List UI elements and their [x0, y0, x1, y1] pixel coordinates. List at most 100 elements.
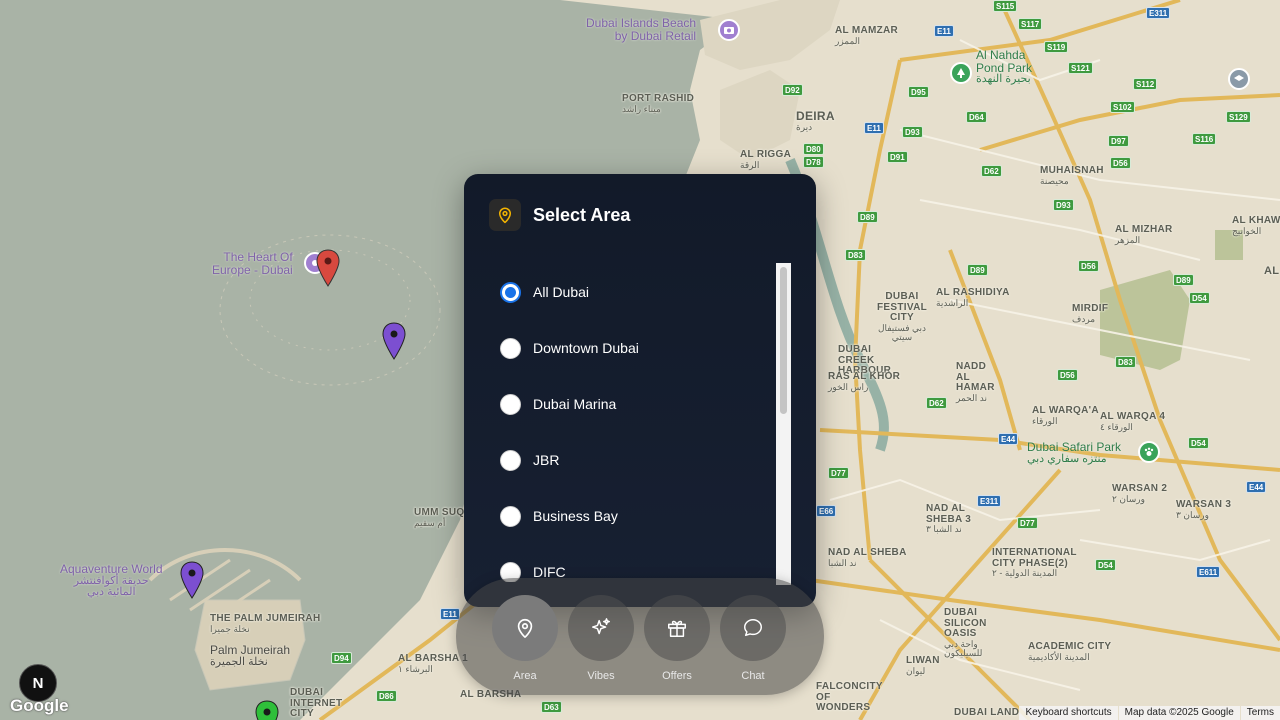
- poi-label[interactable]: The Heart Of Europe - Dubai: [212, 251, 293, 276]
- area-option-label: All Dubai: [533, 284, 590, 300]
- radio-button[interactable]: [500, 281, 521, 303]
- google-logo: Google: [10, 696, 69, 715]
- road-shield: D63: [541, 701, 562, 713]
- road-shield: S115: [993, 0, 1018, 12]
- map-marker-icon[interactable]: [316, 249, 340, 287]
- chat-bubble-icon: [720, 595, 786, 661]
- scrollbar-thumb[interactable]: [780, 267, 787, 414]
- place-label: UMM SUQ أم سقيم: [414, 507, 465, 528]
- school-icon[interactable]: [1228, 68, 1250, 90]
- area-option-downtown-dubai[interactable]: Downtown Dubai: [489, 320, 774, 376]
- camera-icon[interactable]: [718, 19, 740, 41]
- nav-offers-button[interactable]: Offers: [644, 595, 710, 685]
- area-option-dubai-marina[interactable]: Dubai Marina: [489, 376, 774, 432]
- radio-button[interactable]: [500, 449, 521, 471]
- place-label: DUBAI FESTIVAL CITY دبي فستيفال سيتي: [877, 291, 927, 342]
- road-shield: D64: [966, 111, 987, 123]
- map-marker-icon[interactable]: [180, 561, 204, 599]
- place-label: FALCONCITY OF WONDERS: [816, 681, 883, 713]
- road-shield: E311: [977, 495, 1002, 507]
- road-shield: S116: [1192, 133, 1217, 145]
- tree-icon[interactable]: [950, 62, 972, 84]
- road-shield: S129: [1226, 111, 1251, 123]
- road-shield: D78: [803, 156, 824, 168]
- place-label: MUHAISNAH محيصنة: [1040, 165, 1104, 186]
- road-shield: S119: [1044, 41, 1069, 53]
- bottom-nav: Area Vibes Offers Chat: [456, 578, 824, 695]
- road-shield: D91: [887, 151, 908, 163]
- sparkles-icon: [568, 595, 634, 661]
- nav-chat-button[interactable]: Chat: [720, 595, 786, 685]
- paw-icon[interactable]: [1138, 441, 1160, 463]
- road-shield: D86: [376, 690, 397, 702]
- area-option-label: Business Bay: [533, 508, 618, 524]
- place-label: WARSAN 3 ورسان ٣: [1176, 499, 1232, 520]
- road-shield: D83: [1115, 356, 1136, 368]
- radio-button[interactable]: [500, 505, 521, 527]
- road-shield: D54: [1095, 559, 1116, 571]
- place-label: DEIRA ديرة: [796, 109, 835, 132]
- poi-label: Palm Jumeirah نخلة الجميرة: [210, 643, 291, 668]
- road-shield: D83: [845, 249, 866, 261]
- radio-button[interactable]: [500, 393, 521, 415]
- area-list[interactable]: All Dubai Downtown Dubai Dubai Marina JB…: [489, 264, 774, 582]
- area-option-jbr[interactable]: JBR: [489, 432, 774, 488]
- area-option-difc[interactable]: DIFC: [489, 544, 774, 582]
- road-shield: D62: [981, 165, 1002, 177]
- road-shield: D77: [828, 467, 849, 479]
- map-marker-icon[interactable]: [382, 322, 406, 360]
- area-option-label: JBR: [533, 452, 560, 468]
- road-shield: D54: [1189, 292, 1210, 304]
- radio-button[interactable]: [500, 337, 521, 359]
- poi-label[interactable]: Al Nahda Pond Park بحيرة النهدة: [976, 49, 1032, 86]
- area-option-business-bay[interactable]: Business Bay: [489, 488, 774, 544]
- road-shield: S102: [1110, 101, 1135, 113]
- place-label: AL: [1264, 265, 1280, 277]
- area-option-label: Dubai Marina: [533, 396, 617, 412]
- road-shield: D89: [1173, 274, 1194, 286]
- area-option-label: Downtown Dubai: [533, 340, 639, 356]
- road-shield: D93: [902, 126, 923, 138]
- place-label: AL BARSHA 1 البرشاء ١: [398, 653, 468, 674]
- place-label: DUBAI SILICON OASIS واحة دبي للسيليكون: [944, 607, 987, 658]
- place-label: RAS AL KHOR راس الخور: [828, 371, 901, 392]
- place-label: THE PALM JUMEIRAH نخلة جميرا: [210, 613, 321, 634]
- area-list-scrollbar[interactable]: [776, 263, 791, 585]
- road-shield: D89: [967, 264, 988, 276]
- gift-icon: [644, 595, 710, 661]
- road-shield: D56: [1078, 260, 1099, 272]
- road-shield: E611: [1196, 566, 1221, 578]
- place-label: AL MAMZAR الممزر: [835, 25, 899, 46]
- area-option-all-dubai[interactable]: All Dubai: [489, 264, 774, 320]
- place-label: WARSAN 2 ورسان ٢: [1112, 483, 1168, 504]
- nav-label: Area: [513, 670, 537, 682]
- road-shield: D56: [1057, 369, 1078, 381]
- road-shield: S121: [1068, 62, 1093, 74]
- poi-label[interactable]: Dubai Islands Beach by Dubai Retail: [586, 17, 696, 42]
- place-label: AL MIZHAR المزهر: [1115, 224, 1173, 245]
- place-label: AL RASHIDIYA الراشدية: [936, 287, 1010, 308]
- place-label: NADD AL HAMAR ند الحمر: [956, 361, 995, 403]
- terms-link[interactable]: Terms: [1240, 706, 1280, 720]
- road-shield: E311: [1146, 7, 1171, 19]
- place-label: INTERNATIONAL CITY PHASE(2) المدينة الدول…: [992, 547, 1077, 578]
- nav-label: Vibes: [587, 670, 615, 682]
- road-shield: D80: [803, 143, 824, 155]
- road-shield: D92: [782, 84, 803, 96]
- poi-label[interactable]: Dubai Safari Park منتزه سفاري دبي: [1027, 441, 1121, 465]
- road-shield: D77: [1017, 517, 1038, 529]
- nav-vibes-button[interactable]: Vibes: [568, 595, 634, 685]
- nav-area-button[interactable]: Area: [492, 595, 558, 685]
- keyboard-shortcuts-link[interactable]: Keyboard shortcuts: [1019, 706, 1118, 720]
- road-shield: E44: [998, 433, 1019, 445]
- place-label: AL RIGGA الرقة: [740, 149, 792, 170]
- place-label: AL KHAWANEEJالخوانيج: [1232, 215, 1280, 236]
- road-shield: E66: [816, 505, 837, 517]
- road-shield: E44: [1246, 481, 1267, 493]
- map-marker-icon[interactable]: [255, 700, 279, 720]
- place-label: ACADEMIC CITY المدينة الأكاديمية: [1028, 641, 1112, 662]
- poi-label[interactable]: Aquaventure World حديقة أكوافنتشر المائية …: [60, 563, 163, 599]
- place-label: PORT RASHID ميناء راشد: [622, 93, 695, 114]
- road-shield: D95: [908, 86, 929, 98]
- road-shield: S117: [1018, 18, 1043, 30]
